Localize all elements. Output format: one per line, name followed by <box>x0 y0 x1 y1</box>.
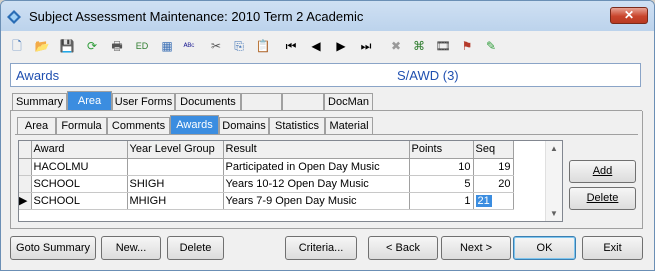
film-icon[interactable]: 🎞 <box>433 36 453 56</box>
goto-summary-button[interactable]: Goto Summary <box>10 236 96 260</box>
title-bar[interactable]: Subject Assessment Maintenance: 2010 Ter… <box>1 1 654 31</box>
tab-user-forms[interactable]: User Forms <box>112 93 175 111</box>
cell-seq-editing[interactable]: 21 <box>473 192 514 210</box>
copy-icon[interactable]: ⎘ <box>229 36 249 56</box>
tab-summary[interactable]: Summary <box>12 93 67 111</box>
last-record-icon[interactable]: ⏭ <box>356 36 376 56</box>
next-button[interactable]: Next > <box>441 236 511 260</box>
add-button-label: Add <box>592 165 613 177</box>
cell-points[interactable]: 1 <box>409 192 474 210</box>
scroll-up-icon[interactable]: ▲ <box>550 144 558 153</box>
cell-result[interactable]: Years 7-9 Open Day Music <box>223 192 410 210</box>
delete-icon[interactable]: ✖ <box>386 36 406 56</box>
cell-award[interactable]: SCHOOL <box>31 175 128 193</box>
subtab-formula[interactable]: Formula <box>56 117 107 135</box>
table-row[interactable]: SCHOOL SHIGH Years 10-12 Open Day Music … <box>19 175 514 193</box>
tab-blank-1[interactable] <box>241 93 282 111</box>
cell-seq[interactable]: 20 <box>473 175 514 193</box>
previous-record-icon[interactable]: ◀ <box>306 36 326 56</box>
subtab-divider <box>15 134 638 135</box>
table-row-current[interactable]: ▶ SCHOOL MHIGH Years 7-9 Open Day Music … <box>19 192 514 210</box>
grid-header-row: Award Year Level Group Result Points Seq <box>19 141 514 159</box>
row-indicator <box>19 158 32 176</box>
app-icon <box>7 10 21 24</box>
delete-button[interactable]: Delete <box>167 236 224 260</box>
cell-year-level-group[interactable]: SHIGH <box>127 175 224 193</box>
col-year-level-group[interactable]: Year Level Group <box>127 141 224 159</box>
subtab-comments[interactable]: Comments <box>107 117 170 135</box>
col-seq[interactable]: Seq <box>473 141 514 159</box>
calculator-icon[interactable]: ▦ <box>157 36 177 56</box>
tab-blank-2[interactable] <box>282 93 324 111</box>
tab-documents[interactable]: Documents <box>175 93 241 111</box>
window-title: Subject Assessment Maintenance: 2010 Ter… <box>29 9 364 24</box>
scroll-down-icon[interactable]: ▼ <box>550 209 558 218</box>
cell-result[interactable]: Participated in Open Day Music <box>223 158 410 176</box>
subtab-domains[interactable]: Domains <box>219 117 269 135</box>
toolbar: 🗋 📂 💾 ⟳ 🖶 ED ▦ ᴬᴮᶜ ✂ ⎘ 📋 ⏮ ◀ ▶ ⏭ ✖ ⌘ 🎞 ⚑ ✎ <box>7 35 527 57</box>
back-button[interactable]: < Back <box>368 236 438 260</box>
record-title: Awards <box>16 68 60 83</box>
cell-points[interactable]: 10 <box>409 158 474 176</box>
refresh-icon[interactable]: ⟳ <box>82 36 102 56</box>
subtab-material[interactable]: Material <box>325 117 373 135</box>
paste-icon[interactable]: 📋 <box>253 36 273 56</box>
print-icon[interactable]: 🖶 <box>107 36 127 56</box>
col-points[interactable]: Points <box>409 141 474 159</box>
first-record-icon[interactable]: ⏮ <box>281 36 301 56</box>
subtab-statistics[interactable]: Statistics <box>269 117 325 135</box>
cell-year-level-group[interactable]: MHIGH <box>127 192 224 210</box>
current-row-indicator-icon: ▶ <box>19 192 32 210</box>
edi-icon[interactable]: ED <box>132 36 152 56</box>
edit-add-icon[interactable]: ✎ <box>481 36 501 56</box>
new-icon[interactable]: 🗋 <box>7 36 27 56</box>
main-window: Subject Assessment Maintenance: 2010 Ter… <box>0 0 655 271</box>
grid-vertical-scrollbar[interactable]: ▲ ▼ <box>545 141 562 221</box>
new-button[interactable]: New... <box>101 236 161 260</box>
save-icon[interactable]: 💾 <box>57 36 77 56</box>
subtab-awards[interactable]: Awards <box>170 115 219 135</box>
cell-result[interactable]: Years 10-12 Open Day Music <box>223 175 410 193</box>
cell-points[interactable]: 5 <box>409 175 474 193</box>
table-row[interactable]: HACOLMU Participated in Open Day Music 1… <box>19 158 514 176</box>
tree-icon[interactable]: ⌘ <box>409 36 429 56</box>
selected-seq-text[interactable]: 21 <box>475 194 492 207</box>
criteria-button[interactable]: Criteria... <box>285 236 357 260</box>
cell-award[interactable]: SCHOOL <box>31 192 128 210</box>
delete-row-button[interactable]: Delete <box>569 187 636 210</box>
tab-docman[interactable]: DocMan <box>324 93 373 111</box>
spellcheck-icon[interactable]: ᴬᴮᶜ <box>179 36 199 56</box>
record-header: Awards S/AWD (3) <box>10 63 641 87</box>
col-result[interactable]: Result <box>223 141 410 159</box>
next-record-icon[interactable]: ▶ <box>331 36 351 56</box>
cell-year-level-group[interactable] <box>127 158 224 176</box>
close-button[interactable]: ✕ <box>610 7 648 24</box>
tab-area[interactable]: Area <box>67 91 112 111</box>
record-code: S/AWD (3) <box>397 68 459 83</box>
cut-icon[interactable]: ✂ <box>206 36 226 56</box>
ok-button[interactable]: OK <box>513 236 576 260</box>
cell-award[interactable]: HACOLMU <box>31 158 128 176</box>
delete-row-button-label: Delete <box>586 192 619 204</box>
subtab-area[interactable]: Area <box>17 117 56 135</box>
cell-seq[interactable]: 19 <box>473 158 514 176</box>
row-indicator <box>19 175 32 193</box>
exit-button[interactable]: Exit <box>582 236 643 260</box>
open-icon[interactable]: 📂 <box>32 36 52 56</box>
col-award[interactable]: Award <box>31 141 128 159</box>
add-button[interactable]: Add <box>569 160 636 183</box>
awards-grid[interactable]: Award Year Level Group Result Points Seq… <box>18 140 563 222</box>
flag-icon[interactable]: ⚑ <box>457 36 477 56</box>
row-indicator-header <box>19 141 32 159</box>
